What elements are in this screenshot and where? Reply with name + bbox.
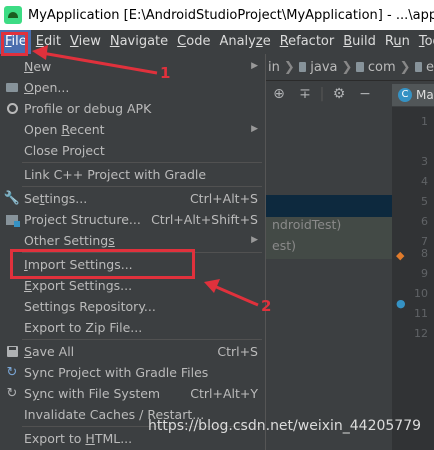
breadcrumb-separator: ❯ <box>399 59 411 75</box>
watermark: https://blog.csdn.net/weixin_44205779 <box>148 418 422 434</box>
folder-icon <box>298 62 307 72</box>
menu-code[interactable]: Code <box>172 30 214 54</box>
menu-view[interactable]: View <box>65 30 105 54</box>
menu-bar: File Edit View Navigate Code Analyze Ref… <box>0 30 434 54</box>
menu-item-settings[interactable]: 🔧 Settings... Ctrl+Alt+S <box>0 188 266 209</box>
menu-build[interactable]: Build <box>338 30 380 54</box>
hide-icon[interactable]: − <box>352 86 378 102</box>
menu-item-new[interactable]: New ▶ <box>0 56 266 77</box>
editor-gutter: 1 3 4 5 6 7 8 9 10 11 12 ◆ ● <box>392 107 434 450</box>
gradle-sync-icon: ↻ <box>6 365 18 380</box>
breadcrumb-java[interactable]: java <box>310 60 337 75</box>
menu-separator <box>22 339 262 340</box>
android-studio-icon <box>4 6 22 24</box>
menu-item-settings-repository[interactable]: Settings Repository... <box>0 296 266 317</box>
menu-separator <box>22 186 262 187</box>
submenu-arrow-icon: ▶ <box>251 235 258 245</box>
shortcut-label: Ctrl+Alt+Shift+S <box>151 212 258 227</box>
title-bar: MyApplication [E:\AndroidStudioProject\M… <box>0 0 434 30</box>
menu-item-sync-file-system[interactable]: ↻ Sync with File System Ctrl+Alt+Y <box>0 383 266 404</box>
menu-item-other-settings[interactable]: Other Settings ▶ <box>0 230 266 251</box>
line-number: 5 <box>421 195 428 208</box>
shortcut-label: Ctrl+Alt+Y <box>190 386 258 401</box>
menu-item-open[interactable]: Open... <box>0 77 266 98</box>
menu-item-close-project[interactable]: Close Project <box>0 140 266 161</box>
line-number: 8 <box>421 247 428 260</box>
annotation-box-file <box>1 32 28 56</box>
folder-open-icon <box>6 83 18 92</box>
editor-tab-label: Ma <box>416 88 434 102</box>
line-number: 6 <box>421 215 428 228</box>
class-icon: C <box>398 88 412 102</box>
menu-item-sync-gradle[interactable]: ↻ Sync Project with Gradle Files <box>0 362 266 383</box>
menu-edit[interactable]: Edit <box>31 30 65 54</box>
line-number: 3 <box>421 155 428 168</box>
menu-item-export-zip[interactable]: Export to Zip File... <box>0 317 266 338</box>
menu-navigate[interactable]: Navigate <box>105 30 172 54</box>
window-title: MyApplication [E:\AndroidStudioProject\M… <box>28 7 434 23</box>
shortcut-label: Ctrl+S <box>217 344 258 359</box>
line-number: 11 <box>414 307 428 320</box>
annotation-number-1: 1 <box>160 64 171 82</box>
menu-refactor[interactable]: Refactor <box>275 30 339 54</box>
layout-link-icon[interactable]: ◆ <box>396 249 404 262</box>
locate-icon[interactable]: ⊕ <box>266 86 292 102</box>
menu-item-open-recent[interactable]: Open Recent ▶ <box>0 119 266 140</box>
submenu-arrow-icon: ▶ <box>251 124 258 134</box>
folder-icon <box>414 62 422 72</box>
breadcrumb-com[interactable]: com <box>368 60 396 75</box>
menu-item-project-structure[interactable]: Project Structure... Ctrl+Alt+Shift+S <box>0 209 266 230</box>
line-number: 10 <box>414 287 428 300</box>
menu-separator <box>22 162 262 163</box>
menu-item-link-cpp[interactable]: Link C++ Project with Gradle <box>0 164 266 185</box>
line-number: 1 <box>421 115 428 128</box>
line-number: 4 <box>421 175 428 188</box>
line-number: 12 <box>414 327 428 340</box>
menu-item-save-all[interactable]: Save All Ctrl+S <box>0 341 266 362</box>
editor-tab[interactable]: C Ma <box>392 84 434 106</box>
wrench-icon: 🔧 <box>3 191 21 206</box>
project-structure-icon <box>6 214 20 227</box>
menu-tools[interactable]: Too <box>414 30 434 54</box>
line-number: 9 <box>421 267 428 280</box>
tree-item-test[interactable]: est) <box>272 238 296 253</box>
override-icon[interactable]: ● <box>396 297 406 310</box>
breadcrumb-main[interactable]: in <box>268 60 280 75</box>
breadcrumb-separator: ❯ <box>283 59 295 75</box>
navigation-breadcrumb: in ❯ java ❯ com ❯ e <box>266 54 434 81</box>
profile-icon <box>6 103 18 114</box>
annotation-box-import-settings <box>10 249 195 279</box>
gear-icon[interactable]: ⚙ <box>326 86 352 102</box>
save-icon <box>6 346 18 357</box>
divider: | <box>319 86 325 102</box>
shortcut-label: Ctrl+Alt+S <box>189 191 258 206</box>
menu-run[interactable]: Run <box>380 30 414 54</box>
project-tree: ndroidTest) est) <box>266 107 392 450</box>
refresh-icon: ↻ <box>6 386 18 401</box>
annotation-number-2: 2 <box>261 297 272 315</box>
folder-icon <box>356 62 364 72</box>
submenu-arrow-icon: ▶ <box>251 61 258 71</box>
menu-item-profile-apk[interactable]: Profile or debug APK <box>0 98 266 119</box>
collapse-icon[interactable]: ∓ <box>292 86 318 102</box>
tree-item-android-test[interactable]: ndroidTest) <box>272 217 341 232</box>
breadcrumb-e[interactable]: e <box>426 60 434 75</box>
tree-selected-row[interactable] <box>266 195 392 217</box>
menu-analyze[interactable]: Analyze <box>214 30 274 54</box>
breadcrumb-separator: ❯ <box>341 59 353 75</box>
